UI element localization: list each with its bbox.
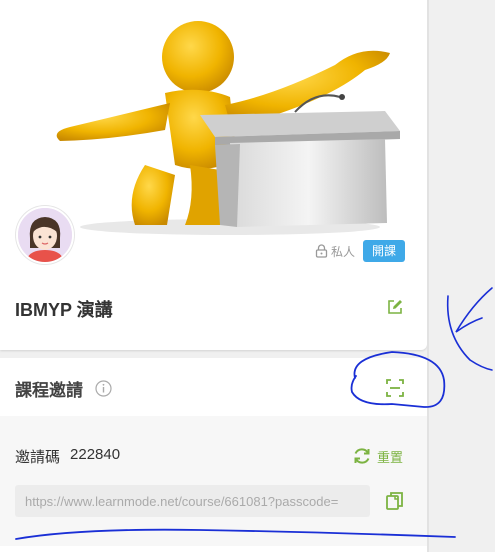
panel-edge	[427, 0, 429, 552]
teacher-avatar[interactable]	[16, 206, 74, 264]
invite-code-row: 邀請碼 222840	[15, 446, 120, 467]
avatar-illustration	[18, 208, 72, 262]
privacy-label: 私人	[330, 244, 355, 259]
course-meta-row: 私人 開課	[280, 240, 405, 262]
refresh-icon	[354, 448, 370, 464]
speaker-podium-illustration	[15, 15, 405, 235]
page: 私人 開課 IBMYP 演講 課程邀請 邀請碼 222840 重置 https:…	[0, 0, 495, 552]
qr-scan-icon[interactable]	[385, 378, 405, 398]
invite-code-value: 222840	[70, 446, 121, 463]
privacy-indicator: 私人	[315, 243, 355, 260]
lock-icon	[315, 244, 328, 258]
course-title: IBMYP 演講	[15, 300, 113, 320]
invite-url-field[interactable]	[15, 485, 370, 517]
reset-label: 重置	[377, 449, 404, 465]
open-course-badge[interactable]: 開課	[362, 240, 405, 262]
reset-code-button[interactable]: 重置	[352, 446, 403, 466]
annotation-arrow	[446, 287, 493, 371]
course-cover-image[interactable]	[15, 15, 405, 235]
course-card: 私人 開課 IBMYP 演講	[0, 0, 427, 350]
invite-body	[0, 416, 427, 546]
info-icon[interactable]	[95, 380, 112, 397]
invite-header: 課程邀請	[15, 376, 112, 401]
copy-icon[interactable]	[385, 491, 405, 511]
invite-code-label: 邀請碼	[15, 449, 61, 466]
invite-title: 課程邀請	[15, 381, 83, 400]
edit-icon[interactable]	[386, 298, 404, 316]
